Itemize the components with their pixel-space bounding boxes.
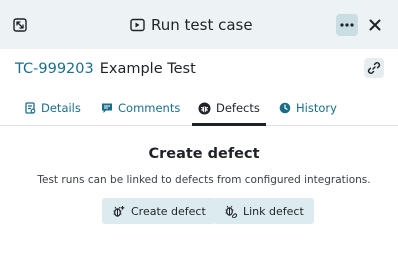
test-case-name: Example Test (99, 61, 196, 77)
details-icon (25, 102, 36, 114)
test-case-heading: TC-999203 Example Test (15, 58, 196, 80)
tab-comments[interactable]: Comments (101, 91, 180, 125)
tab-details-label: Details (41, 101, 81, 115)
dialog-header: Run test case (0, 0, 398, 49)
bug-link-icon (224, 205, 237, 218)
link-defect-label: Link defect (243, 204, 304, 218)
comments-icon (101, 102, 113, 114)
link-defect-button[interactable]: Link defect (214, 198, 314, 224)
test-case-id-link[interactable]: TC-999203 (15, 61, 94, 77)
more-icon[interactable] (336, 14, 358, 36)
expand-icon[interactable] (12, 17, 27, 32)
create-defect-button[interactable]: Create defect (102, 198, 216, 224)
tab-defects-label: Defects (216, 101, 260, 115)
tab-comments-label: Comments (118, 101, 181, 115)
close-icon[interactable] (367, 17, 383, 33)
tab-defects[interactable]: Defects (192, 91, 266, 126)
test-case-icon (130, 18, 145, 32)
tab-details[interactable]: Details (25, 91, 81, 125)
bug-icon (198, 102, 211, 115)
tab-bar: Details Comments Defects History (0, 91, 398, 126)
dialog-body: TC-999203 Example Test Details Comments … (0, 49, 398, 277)
bug-plus-icon (112, 205, 125, 218)
create-defect-label: Create defect (131, 204, 206, 218)
tab-history[interactable]: History (279, 91, 337, 125)
dialog-title-text: Run test case (151, 16, 253, 34)
defects-empty-description: Test runs can be linked to defects from … (37, 174, 371, 186)
history-icon (279, 102, 291, 114)
link-icon[interactable] (364, 58, 384, 78)
tab-history-label: History (296, 101, 337, 115)
defects-empty-title: Create defect (148, 146, 260, 162)
dialog-title: Run test case (130, 13, 253, 37)
